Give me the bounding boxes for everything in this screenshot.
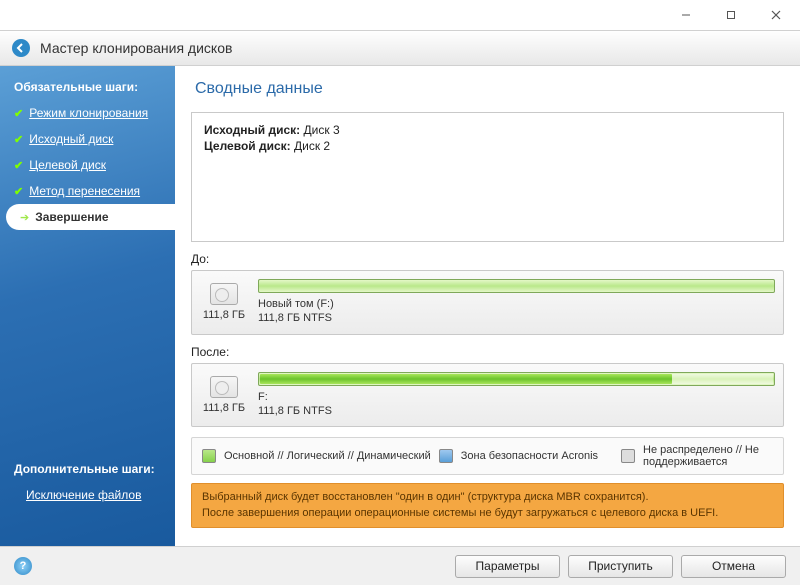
checkmark-icon: ✔ [14,159,23,172]
volume-caption-after: F: 111,8 ГБ NTFS [258,390,775,419]
maximize-button[interactable] [708,1,753,29]
disk-size-before: 111,8 ГБ [203,309,245,321]
source-disk-label: Исходный диск: [204,123,300,137]
legend-unalloc: Не распределено // Не поддерживается [643,444,773,468]
disk-panel-after: 111,8 ГБ F: 111,8 ГБ NTFS [191,363,784,428]
warning-line1: Выбранный диск будет восстановлен "один … [202,490,773,505]
volume-caption-before: Новый том (F:) 111,8 ГБ NTFS [258,297,775,326]
swatch-unalloc-icon [621,449,635,463]
footer: ? Параметры Приступить Отмена [0,546,800,585]
cancel-button[interactable]: Отмена [681,555,786,578]
sidebar-item-mode[interactable]: ✔ Режим клонирования [0,100,175,126]
params-button[interactable]: Параметры [455,555,560,578]
checkmark-icon: ✔ [14,133,23,146]
sidebar-item-finish[interactable]: ➔ Завершение [6,204,175,230]
checkmark-icon: ✔ [14,107,23,120]
swatch-zone-icon [439,449,453,463]
sidebar-extra-heading: Дополнительные шаги: [0,462,175,482]
source-disk-value: Диск 3 [304,123,340,137]
sidebar-item-label: Режим клонирования [29,106,148,120]
back-icon[interactable] [12,39,30,57]
sidebar-item-label: Исходный диск [29,132,113,146]
main-content: Сводные данные Исходный диск: Диск 3 Цел… [175,66,800,546]
sidebar-item-target[interactable]: ✔ Целевой диск [0,152,175,178]
volume-name: Новый том (F:) [258,298,334,310]
window-title: Мастер клонирования дисков [40,40,232,56]
after-heading: После: [191,345,784,359]
sidebar-item-exclude[interactable]: Исключение файлов [0,484,175,506]
arrow-right-icon: ➔ [20,211,29,224]
hdd-icon [210,376,238,398]
sidebar: Обязательные шаги: ✔ Режим клонирования … [0,66,175,546]
close-button[interactable] [753,1,798,29]
target-disk-label: Целевой диск: [204,139,291,153]
swatch-primary-icon [202,449,216,463]
minimize-button[interactable] [663,1,708,29]
before-heading: До: [191,252,784,266]
volume-name: F: [258,391,268,403]
sidebar-item-source[interactable]: ✔ Исходный диск [0,126,175,152]
checkmark-icon: ✔ [14,185,23,198]
legend: Основной // Логический // Динамический З… [191,437,784,475]
legend-zone: Зона безопасности Acronis [461,450,598,462]
summary-box: Исходный диск: Диск 3 Целевой диск: Диск… [191,112,784,242]
sidebar-item-label: Целевой диск [29,158,106,172]
page-title: Сводные данные [175,66,800,106]
help-icon[interactable]: ? [14,557,32,575]
disk-bar-after[interactable] [258,372,775,386]
volume-detail: 111,8 ГБ NTFS [258,312,332,324]
volume-detail: 111,8 ГБ NTFS [258,405,332,417]
header: Мастер клонирования дисков [0,30,800,66]
disk-size-after: 111,8 ГБ [203,402,245,414]
target-disk-value: Диск 2 [294,139,330,153]
sidebar-required-heading: Обязательные шаги: [0,80,175,100]
disk-bar-before[interactable] [258,279,775,293]
sidebar-item-label: Метод перенесения [29,184,140,198]
sidebar-item-method[interactable]: ✔ Метод перенесения [0,178,175,204]
warning-line2: После завершения операции операционные с… [202,506,773,521]
legend-primary: Основной // Логический // Динамический [224,450,431,462]
sidebar-item-label: Исключение файлов [26,488,141,502]
warning-box: Выбранный диск будет восстановлен "один … [191,483,784,528]
sidebar-item-label: Завершение [35,210,108,224]
titlebar [0,0,800,30]
proceed-button[interactable]: Приступить [568,555,673,578]
hdd-icon [210,283,238,305]
disk-panel-before: 111,8 ГБ Новый том (F:) 111,8 ГБ NTFS [191,270,784,335]
